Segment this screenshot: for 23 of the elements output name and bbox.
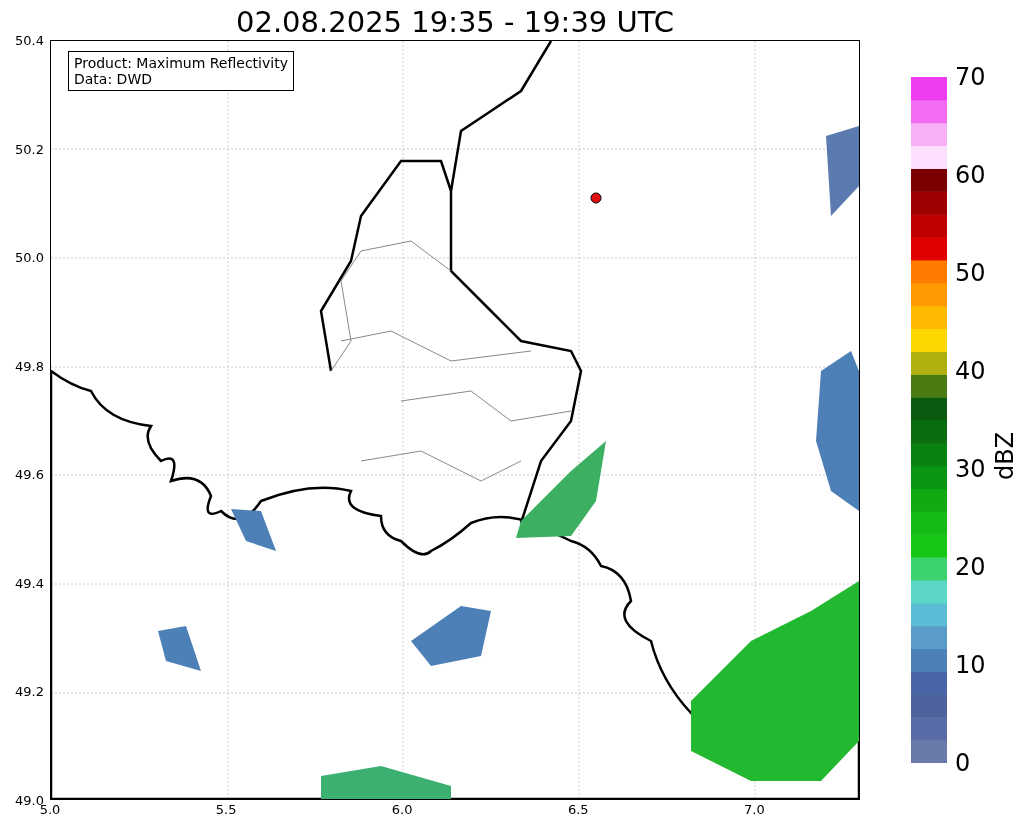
y-tick-label: 50.0 bbox=[15, 249, 44, 265]
y-tick-label: 49.8 bbox=[15, 358, 44, 374]
colorbar-tick-label: 10 bbox=[955, 651, 986, 679]
y-tick-label: 49.2 bbox=[15, 683, 44, 699]
x-tick-label: 5.5 bbox=[215, 802, 237, 817]
colorbar-label: dBZ bbox=[991, 431, 1020, 480]
legend-text: Product: Maximum Reflectivity bbox=[74, 55, 288, 71]
colorbar-tick-label: 60 bbox=[955, 161, 986, 189]
x-tick-label: 6.0 bbox=[391, 802, 413, 817]
chart-title: 02.08.2025 19:35 - 19:39 UTC bbox=[235, 4, 675, 40]
y-tick-label: 49.4 bbox=[15, 575, 44, 591]
y-tick-label: 49.6 bbox=[15, 466, 44, 482]
y-tick-label: 50.4 bbox=[15, 32, 44, 48]
x-tick-label: 6.5 bbox=[567, 802, 589, 817]
legend-text: Data: DWD bbox=[74, 71, 153, 87]
colorbar-tick-label: 70 bbox=[955, 63, 986, 91]
y-tick-label: 50.2 bbox=[15, 141, 44, 157]
colorbar-tick-label: 0 bbox=[955, 749, 971, 777]
colorbar-tick-label: 40 bbox=[955, 357, 986, 385]
colorbar-tick-label: 30 bbox=[955, 455, 986, 483]
colorbar-tick-label: 50 bbox=[955, 259, 986, 287]
x-tick-label: 7.0 bbox=[744, 802, 765, 817]
colorbar-tick-label: 20 bbox=[955, 553, 986, 581]
